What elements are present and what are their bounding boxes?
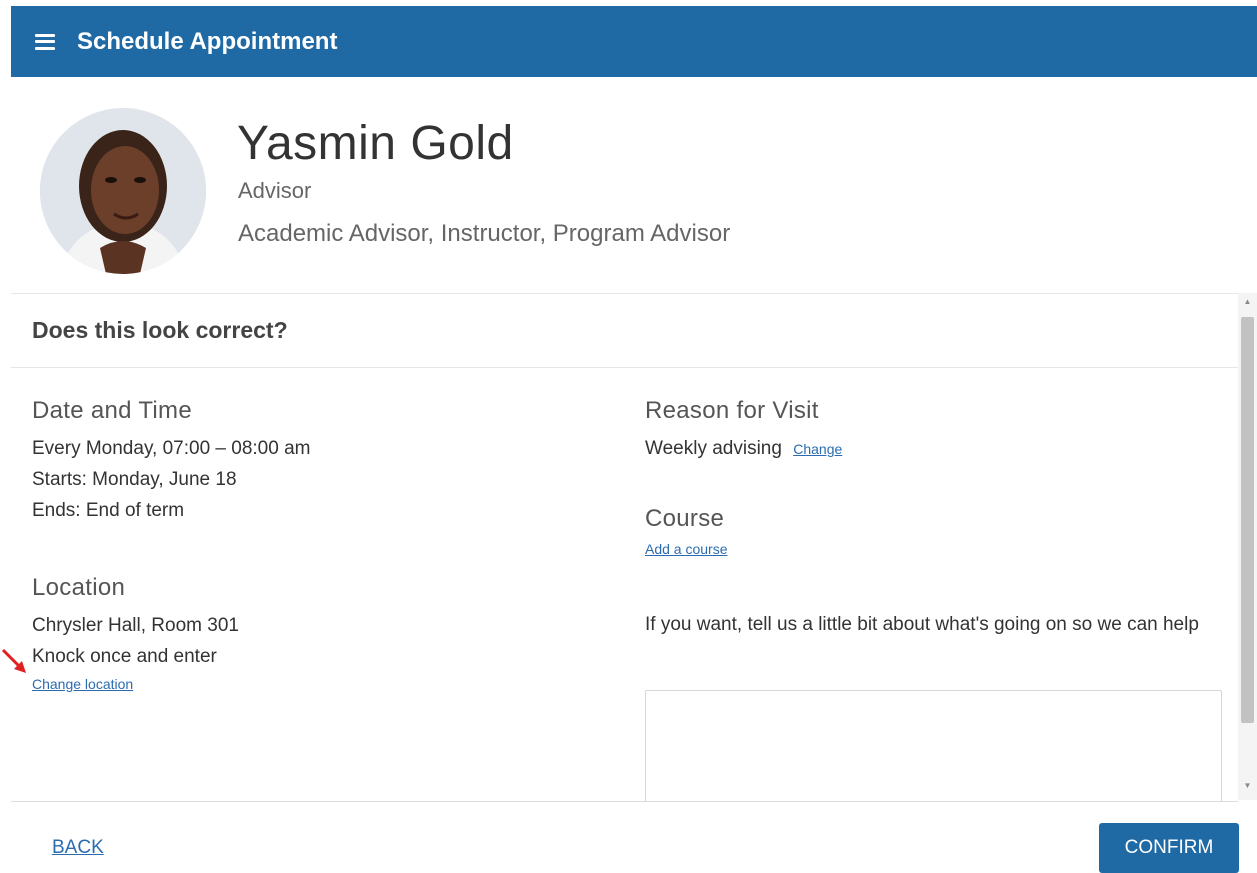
location-instructions: Knock once and enter xyxy=(32,646,217,667)
course-title: Course xyxy=(645,505,725,532)
advisor-role: Advisor xyxy=(238,178,312,203)
end-date-text: Ends: End of term xyxy=(32,500,185,521)
right-column: Reason for Visit Weekly advising Change … xyxy=(645,397,1225,640)
location-place: Chrysler Hall, Room 301 xyxy=(32,615,239,636)
scroll-down-icon[interactable]: ▼ xyxy=(1238,779,1257,793)
advisor-avatar xyxy=(40,108,206,274)
date-time-section: Date and Time Every Monday, 07:00 – 08:0… xyxy=(32,397,592,526)
scroll-up-icon[interactable]: ▲ xyxy=(1238,295,1257,309)
review-heading: Does this look correct? xyxy=(11,294,1238,368)
reason-value: Weekly advising xyxy=(645,438,782,459)
reason-row: Weekly advising Change xyxy=(645,433,1225,465)
page-title: Schedule Appointment xyxy=(77,27,338,55)
change-reason-link[interactable]: Change xyxy=(793,441,842,457)
confirm-button[interactable]: CONFIRM xyxy=(1099,823,1239,873)
left-column: Date and Time Every Monday, 07:00 – 08:0… xyxy=(32,397,592,694)
hamburger-menu-icon[interactable] xyxy=(35,33,55,50)
advisor-specialties: Academic Advisor, Instructor, Program Ad… xyxy=(238,220,731,247)
add-course-link[interactable]: Add a course xyxy=(645,541,728,557)
advisor-name: Yasmin Gold xyxy=(237,117,514,170)
course-section: Course Add a course xyxy=(645,505,1225,559)
reason-section: Reason for Visit Weekly advising Change xyxy=(645,397,1225,465)
recurrence-text: Every Monday, 07:00 – 08:00 am xyxy=(32,438,311,459)
notes-textarea[interactable] xyxy=(645,690,1222,801)
scroll-thumb[interactable] xyxy=(1241,317,1254,723)
notes-prompt: If you want, tell us a little bit about … xyxy=(645,614,1199,635)
location-section: Location Chrysler Hall, Room 301 Knock o… xyxy=(32,574,592,694)
date-time-title: Date and Time xyxy=(32,397,192,424)
reason-title: Reason for Visit xyxy=(645,397,819,424)
start-date-text: Starts: Monday, June 18 xyxy=(32,469,237,490)
back-link[interactable]: BACK xyxy=(52,837,104,859)
review-panel: Does this look correct? Date and Time Ev… xyxy=(11,293,1238,802)
app-header: Schedule Appointment xyxy=(11,6,1257,77)
change-location-link[interactable]: Change location xyxy=(32,676,133,692)
annotation-arrow-icon xyxy=(1,648,26,673)
panel-scrollbar[interactable]: ▲ ▼ xyxy=(1238,293,1257,800)
location-title: Location xyxy=(32,574,126,601)
